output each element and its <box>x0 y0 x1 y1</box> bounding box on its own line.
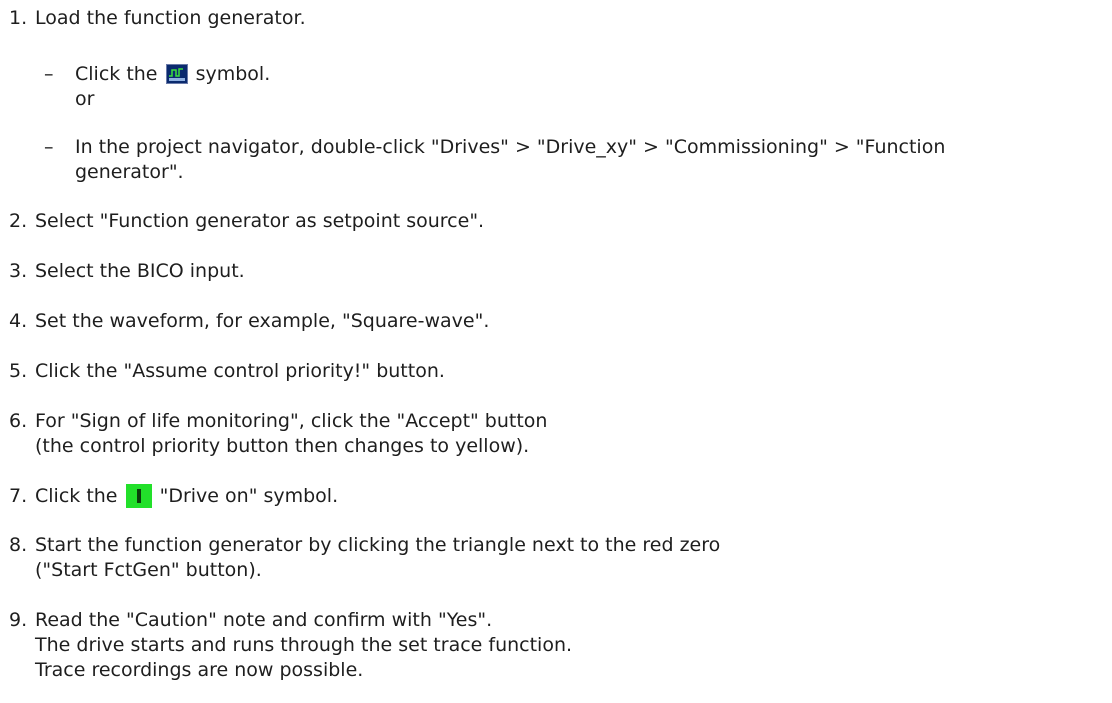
step-number: 1. <box>9 7 28 29</box>
step-text-cont: Trace recordings are now possible. <box>35 659 364 681</box>
substep-dash: – <box>44 63 54 85</box>
substep-text-cont: generator". <box>75 161 184 183</box>
step-text-cont: The drive starts and runs through the se… <box>35 634 573 656</box>
step-number: 5. <box>9 360 28 382</box>
step-text: Load the function generator. <box>35 7 306 29</box>
step-text-pre: Click the <box>35 485 118 507</box>
step-text: Read the "Caution" note and confirm with… <box>35 609 493 631</box>
substep-text: Click the symbol. <box>75 62 270 86</box>
step-text: Start the function generator by clicking… <box>35 534 721 556</box>
step-number: 9. <box>9 609 28 631</box>
function-generator-icon <box>165 64 188 84</box>
step-text: Select the BICO input. <box>35 260 245 282</box>
step-text: Click the "Assume control priority!" but… <box>35 360 445 382</box>
step-text-cont: (the control priority button then change… <box>35 435 530 457</box>
substep-or: or <box>75 88 95 110</box>
step-number: 6. <box>9 410 28 432</box>
substep-text-pre: Click the <box>75 63 158 85</box>
step-number: 2. <box>9 210 28 232</box>
step-number: 3. <box>9 260 28 282</box>
drive-on-icon <box>125 484 152 508</box>
step-text: Select "Function generator as setpoint s… <box>35 210 485 232</box>
step-text: Click the "Drive on" symbol. <box>35 484 338 508</box>
substep-text: In the project navigator, double-click "… <box>75 136 946 158</box>
substep-dash: – <box>44 136 54 158</box>
step-text: Set the waveform, for example, "Square-w… <box>35 310 490 332</box>
step-number: 4. <box>9 310 28 332</box>
step-text: For "Sign of life monitoring", click the… <box>35 410 548 432</box>
step-text-cont: ("Start FctGen" button). <box>35 559 262 581</box>
substep-text-post: symbol. <box>195 63 271 85</box>
step-number: 8. <box>9 534 28 556</box>
step-text-post: "Drive on" symbol. <box>159 485 339 507</box>
step-number: 7. <box>9 485 28 507</box>
